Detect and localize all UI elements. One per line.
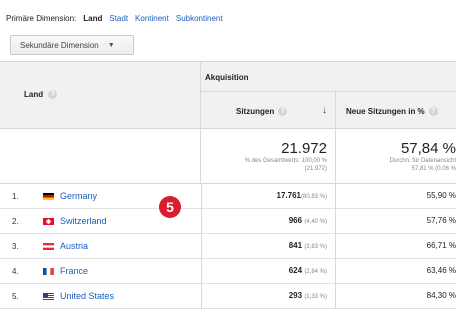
column-header-sessions[interactable]: Sitzungen ? ↓ — [201, 92, 336, 129]
usa-flag-icon — [43, 293, 54, 300]
totals-new-sessions-note: Durchn. für Datenansicht — [389, 158, 456, 164]
sessions-cell: 624 (2,84 %) — [201, 259, 336, 284]
country-link[interactable]: United States — [60, 291, 114, 301]
sessions-value: 17.761 — [276, 191, 301, 200]
sessions-percent: (1,33 %) — [304, 294, 327, 300]
dimension-land-active[interactable]: Land — [83, 14, 102, 23]
sessions-percent: (3,83 %) — [304, 244, 327, 250]
table-row: 3. Austria 841 (3,83 %) 66,71 % — [0, 234, 456, 259]
country-link[interactable]: Switzerland — [60, 216, 107, 226]
totals-sessions-value: 21.972 — [281, 140, 327, 157]
new-sessions-value: 66,71 % — [426, 241, 456, 250]
dimension-link-kontinent[interactable]: Kontinent — [135, 14, 169, 23]
sessions-percent: (4,40 %) — [304, 219, 327, 225]
country-link[interactable]: Austria — [60, 241, 88, 251]
primary-dimension-bar: Primäre Dimension: Land Stadt Kontinent … — [6, 12, 223, 24]
sessions-percent: (2,84 %) — [304, 269, 327, 275]
sessions-value: 624 — [288, 266, 303, 275]
primary-dimension-label: Primäre Dimension: — [6, 13, 77, 23]
row-number: 1. — [12, 192, 19, 201]
france-flag-icon — [43, 268, 54, 275]
totals-new-sessions-value: 57,84 % — [400, 140, 456, 157]
table-row: 5. United States 293 (1,33 %) 84,30 % — [0, 284, 456, 309]
sessions-value: 966 — [288, 216, 303, 225]
dimension-link-subkontinent[interactable]: Subkontinent — [176, 14, 223, 23]
new-sessions-value: 57,76 % — [426, 216, 456, 225]
switzerland-flag-icon — [43, 218, 54, 225]
chevron-down-icon: ▼ — [107, 41, 115, 49]
totals-sessions-note-count: (21.972) — [304, 166, 327, 172]
column-header-new-sessions[interactable]: Neue Sitzungen in % ? — [336, 92, 456, 129]
table-row: 4. France 624 (2,84 %) 63,46 % — [0, 259, 456, 284]
new-sessions-value: 84,30 % — [426, 291, 456, 300]
new-sessions-value: 63,46 % — [426, 266, 456, 275]
help-icon[interactable]: ? — [428, 107, 438, 116]
table-row: 2. Switzerland 966 (4,40 %) 57,76 % — [0, 209, 456, 234]
dimension-link-stadt[interactable]: Stadt — [109, 14, 128, 23]
sessions-cell: 293 (1,33 %) — [201, 284, 336, 309]
row-number: 5. — [12, 292, 19, 301]
row-number: 2. — [12, 217, 19, 226]
sessions-value: 841 — [288, 241, 303, 250]
group-header-akquisition: Akquisition — [201, 62, 456, 92]
sessions-cell: 841 (3,83 %) — [201, 234, 336, 259]
totals-sessions-cell: 21.972 % des Gesamtwerts: 100,00 % (21.9… — [201, 129, 336, 184]
help-icon[interactable]: ? — [278, 107, 288, 116]
annotation-badge: 5 — [159, 196, 181, 218]
totals-sessions-note: % des Gesamtwerts: 100,00 % — [244, 158, 327, 164]
secondary-dimension-label: Sekundäre Dimension — [20, 40, 99, 50]
austria-flag-icon — [43, 243, 54, 250]
dimension-header-label: Land — [24, 90, 44, 99]
sort-down-arrow-icon[interactable]: ↓ — [322, 105, 327, 116]
dimension-header-cell: Land ? — [0, 62, 201, 129]
row-number: 3. — [12, 242, 19, 251]
country-link[interactable]: France — [60, 266, 88, 276]
secondary-dimension-dropdown[interactable]: Sekundäre Dimension ▼ — [10, 35, 134, 55]
row-number: 4. — [12, 267, 19, 276]
germany-flag-icon — [43, 193, 54, 200]
sessions-cell: 966 (4,40 %) — [201, 209, 336, 234]
totals-label-cell — [0, 129, 201, 184]
help-icon[interactable]: ? — [48, 90, 58, 99]
table-row: 1. Germany 17.761(80,83 %) 55,90 % — [0, 184, 456, 209]
new-sessions-header-label: Neue Sitzungen in % — [346, 107, 425, 116]
sessions-value: 293 — [288, 291, 303, 300]
data-table: Land ? Akquisition Sitzungen ? ↓ Neue Si… — [0, 61, 456, 314]
sessions-percent: (80,83 %) — [300, 194, 327, 200]
sessions-cell: 17.761(80,83 %) — [201, 184, 336, 209]
totals-new-sessions-cell: 57,84 % Durchn. für Datenansicht 57,81 %… — [336, 129, 456, 184]
totals-new-sessions-note-avg: 57,81 % (0,06 % — [411, 166, 456, 172]
country-link[interactable]: Germany — [60, 191, 97, 201]
group-header-label: Akquisition — [205, 73, 249, 82]
sessions-header-label: Sitzungen — [236, 107, 275, 116]
new-sessions-value: 55,90 % — [426, 191, 456, 200]
